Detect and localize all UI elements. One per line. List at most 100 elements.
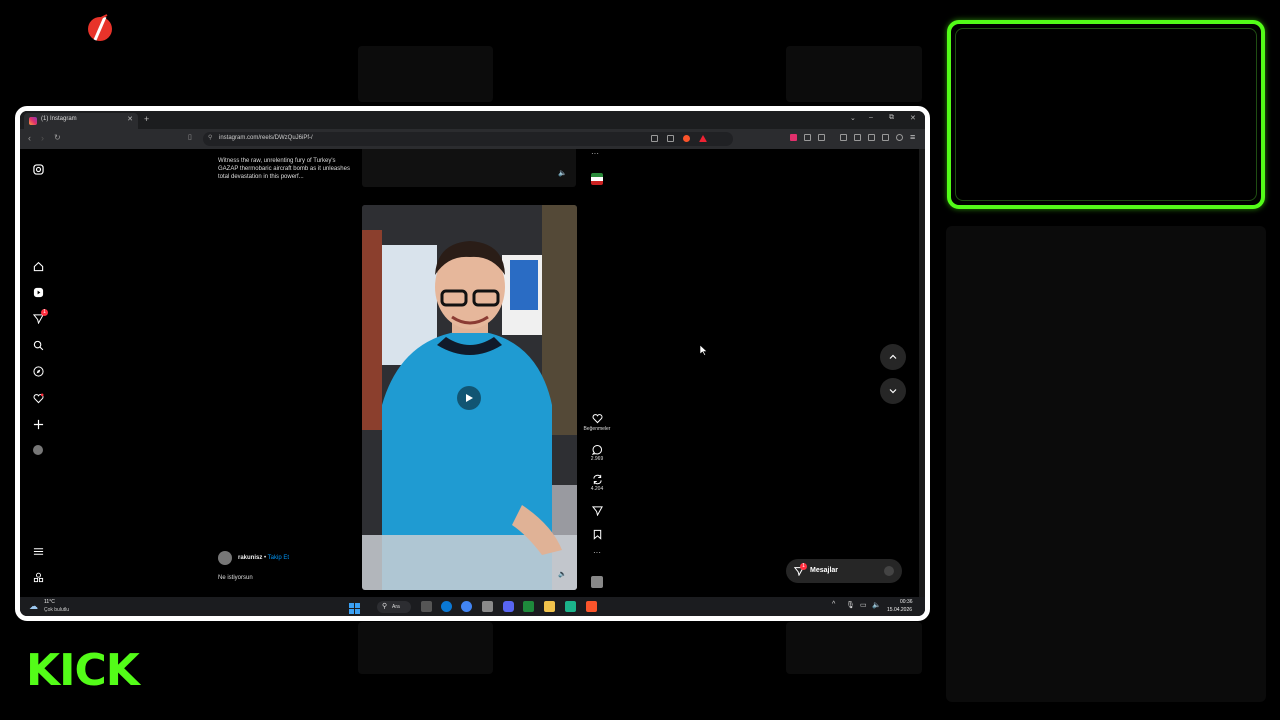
weather-temperature: 11°C bbox=[44, 599, 55, 605]
url-field[interactable]: ⚲ instagram.com/reels/DWzQuJ6iPf-/ bbox=[203, 132, 733, 146]
messages-badge: 1 bbox=[800, 563, 807, 570]
vpn-icon[interactable] bbox=[896, 134, 903, 141]
clock-time[interactable]: 00:36 bbox=[900, 599, 913, 605]
windows-taskbar: ☁ 11°C Çok bulutlu ⚲ Ara ^ 🎙 ▭ 🔈 00:36 1… bbox=[20, 597, 925, 616]
follow-button[interactable]: Takip Et bbox=[268, 555, 289, 561]
author-name[interactable]: rakunisz bbox=[238, 555, 262, 561]
previous-reel-button[interactable] bbox=[880, 344, 906, 370]
browser-tab-bar: (1) Instagram ✕ + ⌄ – ⧉ ✕ bbox=[20, 111, 925, 129]
more-options-icon[interactable]: ··· bbox=[590, 548, 604, 557]
streamer-logo-icon bbox=[84, 12, 116, 44]
play-icon[interactable] bbox=[457, 386, 481, 410]
comments-count: 2.969 bbox=[590, 456, 604, 462]
webcam-frame bbox=[947, 20, 1265, 209]
search-label: Ara bbox=[392, 604, 400, 610]
home-icon[interactable] bbox=[32, 260, 44, 272]
clock-date[interactable]: 15.04.2026 bbox=[887, 607, 912, 613]
site-info-icon[interactable]: ⚲ bbox=[208, 134, 212, 141]
chat-panel bbox=[946, 226, 1266, 702]
messages-label: Mesajlar bbox=[810, 567, 839, 574]
extension-icon[interactable] bbox=[790, 134, 797, 141]
maximize-button[interactable]: ⧉ bbox=[889, 114, 894, 122]
author-line: rakunisz • Takip Et bbox=[238, 555, 289, 561]
background-panel bbox=[358, 46, 493, 102]
mute-icon[interactable]: 🔈 bbox=[558, 169, 567, 177]
previous-audio-thumbnail[interactable] bbox=[591, 173, 603, 185]
new-tab-button[interactable]: + bbox=[144, 114, 149, 124]
share-icon[interactable] bbox=[590, 503, 604, 521]
brave-icon[interactable] bbox=[586, 601, 597, 612]
screen-icon[interactable] bbox=[651, 135, 658, 142]
previous-reel-video[interactable]: 🔈 bbox=[362, 149, 576, 187]
mute-icon[interactable]: 🔈 bbox=[558, 570, 567, 578]
instagram-page: 1 Witness the raw, unrelenting fury of T… bbox=[20, 149, 925, 597]
back-icon[interactable]: ‹ bbox=[28, 133, 31, 143]
wallet-icon[interactable] bbox=[868, 134, 875, 141]
app-icon[interactable] bbox=[482, 601, 493, 612]
previous-reel-caption: Witness the raw, unrelenting fury of Tur… bbox=[218, 158, 350, 180]
instagram-logo-icon[interactable] bbox=[32, 163, 44, 175]
tab-search-icon[interactable]: ⌄ bbox=[850, 114, 856, 122]
weather-description: Çok bulutlu bbox=[44, 607, 70, 613]
show-hidden-icons-icon[interactable]: ^ bbox=[832, 601, 835, 608]
sidebar-icon[interactable] bbox=[854, 134, 861, 141]
author-avatar[interactable] bbox=[218, 551, 232, 565]
background-panel bbox=[358, 622, 493, 674]
page-scrollbar[interactable] bbox=[919, 149, 925, 597]
weather-icon[interactable]: ☁ bbox=[29, 601, 38, 612]
meta-apps-icon[interactable] bbox=[32, 571, 44, 583]
notification-badge: 1 bbox=[41, 309, 48, 316]
discord-icon[interactable] bbox=[503, 601, 514, 612]
network-icon[interactable]: ▭ bbox=[860, 601, 867, 609]
menu-icon[interactable]: ≡ bbox=[910, 132, 915, 142]
forward-icon[interactable]: › bbox=[41, 133, 44, 143]
reposts-count: 4.204 bbox=[590, 486, 604, 492]
excel-icon[interactable] bbox=[523, 601, 534, 612]
tab-title: (1) Instagram bbox=[41, 116, 77, 122]
mouse-cursor-icon bbox=[700, 345, 708, 356]
taskbar-search-box[interactable]: ⚲ Ara bbox=[377, 601, 411, 613]
reel-video[interactable]: 🔈 bbox=[362, 205, 577, 590]
notifications-heart-icon[interactable] bbox=[32, 392, 44, 404]
volume-icon[interactable]: 🔈 bbox=[872, 601, 881, 609]
instagram-favicon-icon bbox=[29, 117, 37, 125]
leo-icon[interactable] bbox=[882, 134, 889, 141]
tab-close-icon[interactable]: ✕ bbox=[127, 115, 133, 123]
brave-shield-icon[interactable] bbox=[683, 135, 690, 142]
browser-tab[interactable]: (1) Instagram ✕ bbox=[24, 113, 138, 129]
task-view-icon[interactable] bbox=[421, 601, 432, 612]
messages-button[interactable]: 1 Mesajlar bbox=[786, 559, 902, 583]
file-explorer-icon[interactable] bbox=[544, 601, 555, 612]
kick-logo: KICK bbox=[26, 645, 140, 696]
media-icon[interactable] bbox=[840, 134, 847, 141]
screen-capture: (1) Instagram ✕ + ⌄ – ⧉ ✕ ‹ › ↻ ▯ ⚲ inst… bbox=[15, 106, 930, 621]
edge-icon[interactable] bbox=[441, 601, 452, 612]
next-reel-button[interactable] bbox=[880, 378, 906, 404]
close-window-button[interactable]: ✕ bbox=[910, 114, 916, 122]
contacts-avatar bbox=[884, 566, 894, 576]
profile-avatar[interactable] bbox=[32, 444, 44, 456]
save-icon[interactable] bbox=[590, 527, 604, 545]
background-panel bbox=[786, 622, 922, 674]
search-icon[interactable] bbox=[32, 339, 44, 351]
brave-rewards-icon[interactable] bbox=[699, 135, 707, 142]
previous-more-options-icon[interactable]: ··· bbox=[591, 149, 599, 158]
bookmark-icon[interactable]: ▯ bbox=[188, 133, 192, 141]
explore-icon[interactable] bbox=[32, 365, 44, 377]
windows-start-icon[interactable] bbox=[349, 601, 360, 614]
chrome-icon[interactable] bbox=[461, 601, 472, 612]
app-icon[interactable] bbox=[565, 601, 576, 612]
extension-icon[interactable] bbox=[804, 134, 811, 141]
reels-icon[interactable] bbox=[32, 286, 44, 298]
create-plus-icon[interactable] bbox=[32, 418, 44, 430]
extension-icon[interactable] bbox=[818, 134, 825, 141]
minimize-button[interactable]: – bbox=[869, 114, 873, 121]
address-bar-row: ‹ › ↻ ▯ ⚲ instagram.com/reels/DWzQuJ6iPf… bbox=[20, 129, 925, 149]
url-text: instagram.com/reels/DWzQuJ6iPf-/ bbox=[219, 135, 313, 141]
audio-thumbnail[interactable] bbox=[591, 576, 603, 588]
reload-icon[interactable]: ↻ bbox=[54, 133, 61, 142]
share-icon[interactable] bbox=[667, 135, 674, 142]
more-menu-icon[interactable] bbox=[32, 545, 44, 557]
likes-label: Beğenmeler bbox=[583, 426, 611, 432]
microphone-icon[interactable]: 🎙 bbox=[846, 601, 855, 609]
